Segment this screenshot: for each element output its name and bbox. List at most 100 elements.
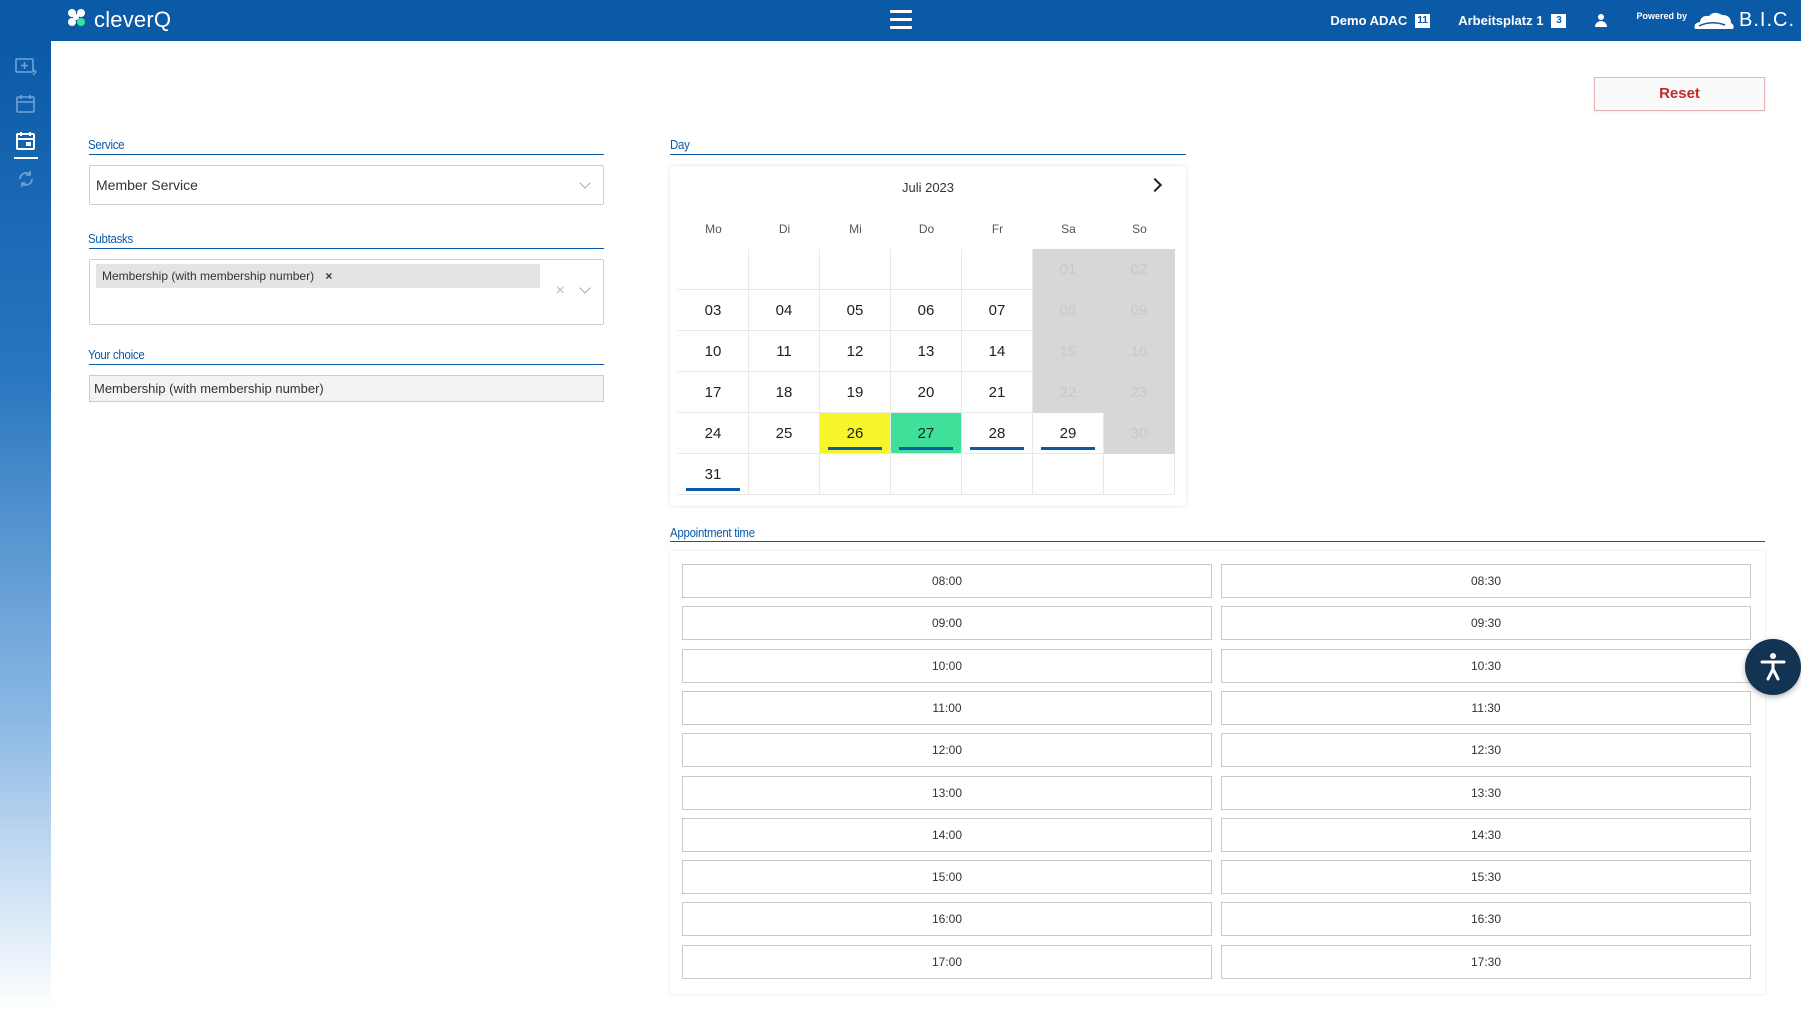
calendar-day[interactable]: 20 (891, 372, 962, 413)
calendar-day[interactable]: 18 (749, 372, 820, 413)
calendar-day[interactable]: 21 (962, 372, 1033, 413)
availability-marker (970, 447, 1024, 450)
service-divider (89, 154, 604, 155)
time-slot-button[interactable]: 17:30 (1221, 944, 1751, 979)
calendar-day-number: 28 (988, 425, 1006, 442)
calendar-empty-cell (749, 454, 820, 495)
calendar-day: 09 (1104, 290, 1175, 331)
calendar-empty-cell (749, 249, 820, 290)
menu-toggle-icon[interactable] (890, 10, 912, 30)
time-slot-button[interactable]: 16:00 (682, 902, 1212, 937)
weekday-header: Fr (991, 222, 1004, 236)
org-name: Demo ADAC (1330, 13, 1408, 28)
calendar-empty-cell (962, 249, 1033, 290)
calendar-day[interactable]: 11 (749, 331, 820, 372)
calendar-empty-cell (820, 249, 891, 290)
time-slot-button[interactable]: 08:00 (682, 564, 1212, 598)
time-slot-button[interactable]: 17:00 (682, 944, 1212, 979)
time-slot-button[interactable]: 09:30 (1221, 606, 1751, 641)
time-slot-button[interactable]: 08:30 (1221, 564, 1751, 598)
service-select[interactable]: Member Service (89, 165, 604, 205)
calendar-day[interactable]: 05 (820, 290, 891, 331)
service-value: Member Service (96, 177, 198, 193)
calendar-day[interactable]: 10 (678, 331, 749, 372)
calendar-day[interactable]: 12 (820, 331, 891, 372)
calendar-day[interactable]: 04 (749, 290, 820, 331)
calendar-day[interactable]: 26 (820, 413, 891, 454)
calendar-icon[interactable] (15, 94, 37, 114)
weekday-header: Mi (849, 222, 862, 236)
availability-marker (828, 447, 882, 450)
calendar-day[interactable]: 19 (820, 372, 891, 413)
reset-button[interactable]: Reset (1594, 77, 1765, 111)
calendar-day[interactable]: 14 (962, 331, 1033, 372)
calendar-day-number: 27 (917, 425, 935, 442)
org-badge: 11 (1415, 13, 1431, 28)
calendar-day[interactable]: 07 (962, 290, 1033, 331)
calendar-day: 30 (1104, 413, 1175, 454)
calendar-day[interactable]: 03 (678, 290, 749, 331)
calendar-day[interactable]: 31 (678, 454, 749, 495)
time-slot-button[interactable]: 13:00 (682, 775, 1212, 810)
calendar-day-selected[interactable]: 27 (891, 413, 962, 454)
time-slot-button[interactable]: 11:00 (682, 690, 1212, 725)
your-choice-divider (89, 364, 604, 365)
service-label: Service (88, 137, 125, 152)
calendar-day[interactable]: 06 (891, 290, 962, 331)
calendar-day-number: 31 (704, 466, 722, 483)
calendar-day[interactable]: 17 (678, 372, 749, 413)
time-slot-button[interactable]: 11:30 (1221, 690, 1751, 725)
calendar-day-number: 26 (846, 425, 864, 442)
user-icon[interactable] (1594, 13, 1608, 28)
time-slot-button[interactable]: 15:00 (682, 860, 1212, 895)
subtask-chip: Membership (with membership number) × (96, 264, 540, 288)
workplace-badge: 3 (1551, 13, 1567, 28)
clear-selection-icon[interactable]: × (556, 282, 565, 300)
calendar: Juli 2023 Mo Di Mi Do Fr Sa So 01 02 03 04 05 06 07 0… (670, 166, 1186, 506)
app-logo[interactable]: cleverQ (68, 7, 171, 33)
time-slot-button[interactable]: 10:30 (1221, 648, 1751, 683)
calendar-day[interactable]: 13 (891, 331, 962, 372)
sidebar-active-indicator (14, 157, 38, 159)
cloud-icon (1694, 12, 1734, 29)
remove-chip-icon[interactable]: × (325, 269, 332, 283)
calendar-day: 16 (1104, 331, 1175, 372)
calendar-day[interactable]: 28 (962, 413, 1033, 454)
chevron-down-icon[interactable] (579, 282, 591, 294)
subtask-chip-label: Membership (with membership number) (102, 269, 315, 283)
time-slot-button[interactable]: 10:00 (682, 648, 1212, 683)
calendar-empty-cell (678, 249, 749, 290)
calendar-day[interactable]: 24 (678, 413, 749, 454)
appointment-time-label: Appointment time (670, 525, 755, 540)
time-slot-button[interactable]: 14:00 (682, 817, 1212, 852)
weekday-header: So (1132, 222, 1147, 236)
add-ticket-icon[interactable] (15, 57, 37, 77)
top-bar: cleverQ Demo ADAC 11 Arbeitsplatz 1 3 Po… (0, 0, 1801, 41)
availability-marker (1041, 447, 1095, 450)
calendar-empty-cell (820, 454, 891, 495)
calendar-day[interactable]: 25 (749, 413, 820, 454)
subtasks-multiselect[interactable]: Membership (with membership number) × × (89, 259, 604, 325)
org-selector[interactable]: Demo ADAC 11 (1330, 13, 1431, 28)
calendar-today-icon[interactable] (15, 131, 37, 151)
time-slot-button[interactable]: 12:00 (682, 733, 1212, 768)
time-slot-button[interactable]: 13:30 (1221, 775, 1751, 810)
calendar-empty-cell (962, 454, 1033, 495)
time-slot-button[interactable]: 14:30 (1221, 817, 1751, 852)
time-slot-button[interactable]: 09:00 (682, 606, 1212, 641)
calendar-day[interactable]: 29 (1033, 413, 1104, 454)
calendar-empty-cell (891, 454, 962, 495)
calendar-day: 15 (1033, 331, 1104, 372)
availability-marker (686, 488, 740, 491)
day-divider (670, 154, 1186, 155)
workplace-selector[interactable]: Arbeitsplatz 1 3 (1458, 13, 1567, 28)
time-slot-button[interactable]: 16:30 (1221, 902, 1751, 937)
time-slot-button[interactable]: 15:30 (1221, 860, 1751, 895)
calendar-day: 01 (1033, 249, 1104, 290)
accessibility-button[interactable] (1745, 639, 1801, 695)
chevron-down-icon (579, 177, 591, 189)
time-slot-button[interactable]: 12:30 (1221, 733, 1751, 768)
powered-by-brand: Powered by B.I.C. (1636, 9, 1795, 33)
weekday-header: Mo (705, 222, 722, 236)
sync-icon[interactable] (15, 169, 37, 189)
